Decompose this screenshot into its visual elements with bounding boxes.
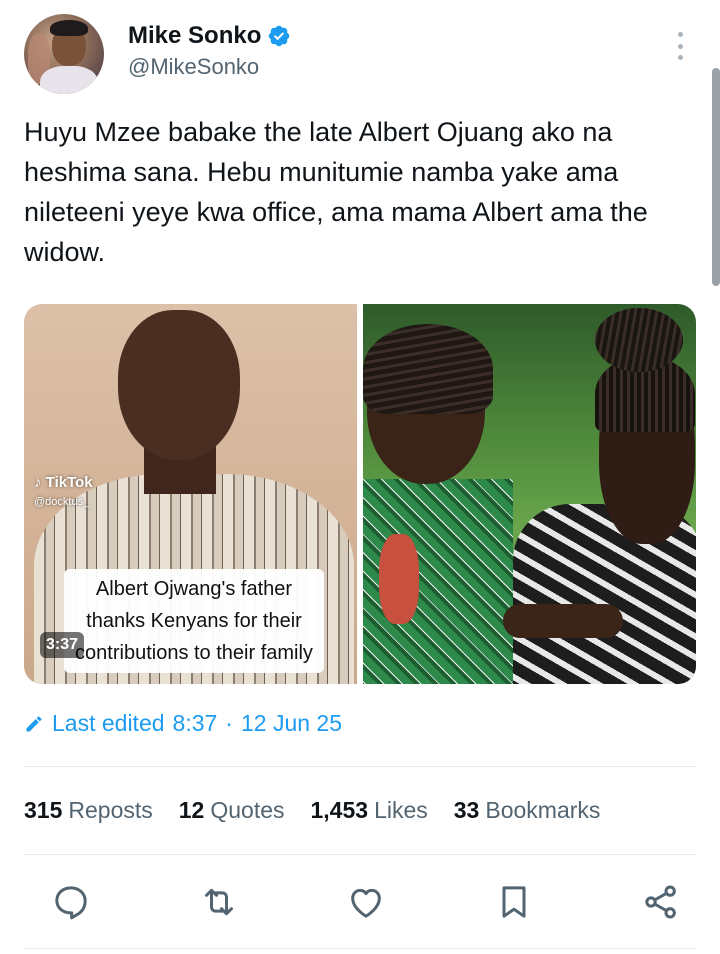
avatar-shirt bbox=[40, 66, 98, 94]
action-bar bbox=[48, 878, 684, 926]
tweet-text: Huyu Mzee babake the late Albert Ojuang … bbox=[24, 117, 648, 267]
like-icon bbox=[351, 888, 381, 918]
video-caption: Albert Ojwang's father thanks Kenyans fo… bbox=[64, 569, 324, 673]
user-handle[interactable]: @MikeSonko bbox=[128, 54, 259, 80]
bookmark-icon bbox=[502, 886, 525, 918]
reply-button[interactable] bbox=[48, 879, 94, 925]
stat-label: Reposts bbox=[68, 797, 153, 823]
stat-quotes[interactable]: 12 Quotes bbox=[179, 797, 285, 824]
stat-label: Quotes bbox=[210, 797, 285, 823]
more-dot bbox=[677, 55, 683, 60]
red-cloth bbox=[379, 534, 419, 624]
stat-value: 1,453 bbox=[310, 797, 369, 823]
stat-likes[interactable]: 1,453 Likes bbox=[311, 797, 428, 824]
share-icon bbox=[645, 885, 676, 919]
like-button[interactable] bbox=[343, 879, 389, 925]
last-edited-time: 8:37 bbox=[172, 710, 218, 736]
video-duration: 3:37 bbox=[40, 632, 85, 658]
scrollbar[interactable] bbox=[712, 68, 720, 286]
last-edited-link[interactable]: Last edited 8:37 · 12 Jun 25 bbox=[24, 710, 342, 737]
girl-bun bbox=[595, 308, 683, 372]
arm bbox=[503, 604, 623, 638]
avatar[interactable] bbox=[24, 14, 104, 94]
stat-value: 315 bbox=[24, 797, 63, 823]
stat-bookmarks[interactable]: 33 Bookmarks bbox=[454, 797, 601, 824]
tiktok-handle: @docktus_ bbox=[34, 496, 90, 508]
tweet-header: Mike Sonko @MikeSonko bbox=[24, 14, 696, 94]
engagement-stats: 315 Reposts 12 Quotes 1,453 Likes 33 Bookmar… bbox=[24, 797, 600, 824]
more-options-icon[interactable] bbox=[674, 32, 686, 60]
stat-label: Bookmarks bbox=[485, 797, 601, 823]
woman-braids bbox=[363, 324, 493, 414]
stat-value: 12 bbox=[178, 797, 205, 823]
pencil-icon bbox=[26, 715, 42, 731]
avatar-hair bbox=[50, 20, 88, 36]
tiktok-label: TikTok bbox=[45, 474, 93, 491]
share-button[interactable] bbox=[638, 879, 684, 925]
bookmark-button[interactable] bbox=[491, 879, 537, 925]
reply-icon bbox=[55, 886, 87, 920]
divider bbox=[24, 854, 696, 855]
last-edited-label: Last edited bbox=[52, 710, 165, 736]
divider bbox=[24, 766, 696, 767]
more-dot bbox=[677, 32, 683, 37]
verified-badge-icon bbox=[269, 25, 290, 47]
name-row: Mike Sonko bbox=[128, 22, 291, 50]
stat-value: 33 bbox=[453, 797, 480, 823]
stat-label: Likes bbox=[374, 797, 428, 823]
tiktok-watermark: ♪ TikTok bbox=[34, 474, 93, 491]
media-grid: ♪ TikTok @docktus_ Albert Ojwang's fathe… bbox=[24, 304, 696, 684]
stat-reposts[interactable]: 315 Reposts bbox=[24, 797, 153, 824]
divider bbox=[24, 948, 696, 949]
last-edited-date: 12 Jun 25 bbox=[240, 710, 342, 736]
repost-button[interactable] bbox=[196, 879, 242, 925]
separator: · bbox=[225, 710, 233, 736]
photo-thumbnail[interactable] bbox=[363, 304, 696, 684]
man-head bbox=[118, 310, 240, 460]
display-name[interactable]: Mike Sonko bbox=[128, 22, 261, 50]
more-dot bbox=[677, 43, 683, 49]
video-thumbnail[interactable]: ♪ TikTok @docktus_ Albert Ojwang's fathe… bbox=[24, 304, 357, 684]
repost-icon bbox=[204, 888, 233, 916]
